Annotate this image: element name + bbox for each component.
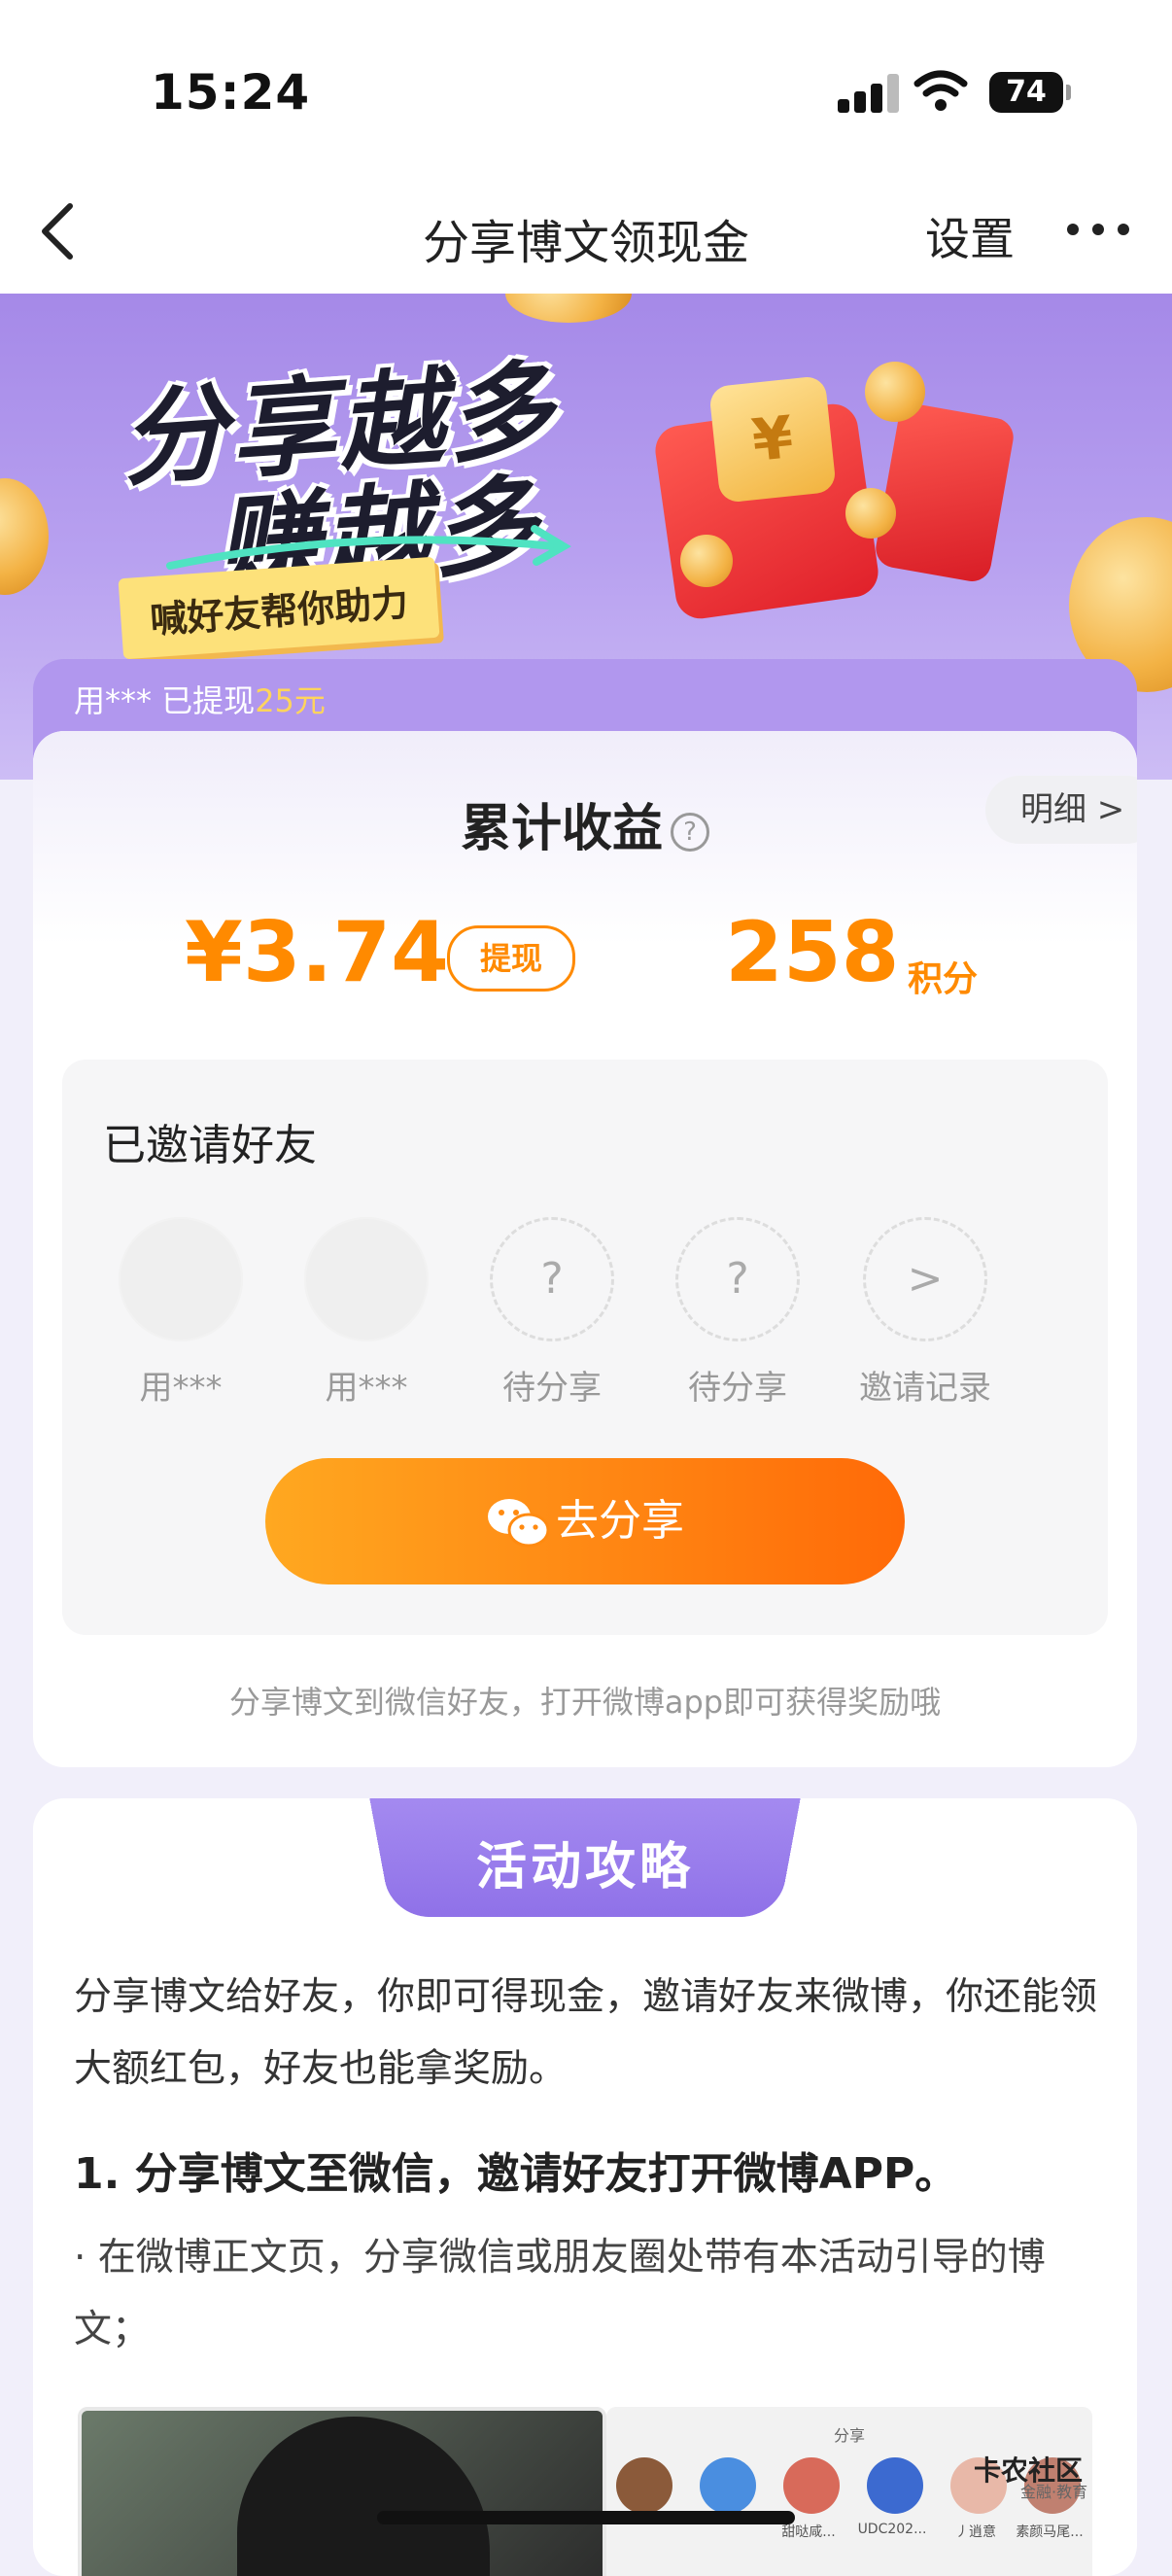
friend-slot: 用*** bbox=[113, 1217, 249, 1409]
chevron-right-icon: > bbox=[863, 1217, 987, 1341]
avatar bbox=[304, 1217, 429, 1341]
withdraw-button[interactable]: 提现 bbox=[447, 925, 575, 992]
red-envelope-icon bbox=[873, 400, 1017, 585]
invited-friends-title: 已邀请好友 bbox=[103, 1121, 317, 1170]
battery-indicator: 74 bbox=[989, 72, 1071, 113]
more-options-icon[interactable] bbox=[1059, 210, 1137, 249]
example-screenshot-post bbox=[78, 2407, 606, 2576]
wifi-icon bbox=[913, 70, 968, 111]
detail-button[interactable]: 明细 > bbox=[985, 776, 1137, 844]
question-mark-icon: ? bbox=[490, 1217, 614, 1341]
nav-bar: 分享博文领现金 设置 bbox=[0, 175, 1172, 294]
avatar bbox=[700, 2457, 756, 2514]
step1-description: · 在微博正文页，分享微信或朋友圈处带有本活动引导的博文； bbox=[74, 2236, 1046, 2351]
avatar bbox=[119, 1217, 243, 1341]
coin-decoration bbox=[865, 362, 925, 422]
invited-friends-panel: 已邀请好友 用*** 用*** ? 待分享 ? 待分享 > 邀请记录 去分享 bbox=[62, 1060, 1108, 1635]
wechat-icon bbox=[488, 1499, 550, 1548]
invite-record-link[interactable]: > 邀请记录 bbox=[857, 1217, 993, 1409]
settings-link[interactable]: 设置 bbox=[925, 204, 1015, 268]
help-question-icon[interactable]: ? bbox=[671, 813, 709, 852]
activity-guide-card: 活动攻略 分享博文给好友，你即可得现金，邀请好友来微博，你还能领大额红包，好友也… bbox=[33, 1798, 1137, 2576]
dog-photo bbox=[237, 2417, 490, 2576]
yuan-coin-icon: ¥ bbox=[708, 375, 837, 504]
avatar bbox=[616, 2457, 672, 2514]
share-hint: 分享博文到微信好友，打开微博app即可获得奖励哦 bbox=[228, 1684, 942, 1721]
ticker-text: 用*** 已提现 bbox=[74, 682, 256, 719]
earnings-title: 累计收益? bbox=[33, 787, 1137, 860]
coin-decoration bbox=[0, 478, 49, 595]
step1-title: 1. 分享博文至微信，邀请好友打开微博APP。 bbox=[74, 2149, 958, 2199]
avatar bbox=[783, 2457, 840, 2514]
coin-decoration bbox=[505, 294, 632, 323]
question-mark-icon: ? bbox=[675, 1217, 800, 1341]
cellular-signal-icon bbox=[838, 74, 900, 113]
status-time: 15:24 bbox=[151, 64, 311, 121]
points-unit: 积分 bbox=[908, 959, 979, 999]
ticker-amount: 25元 bbox=[255, 682, 326, 719]
earnings-card: 累计收益? 明细 > ¥3.74 提现 258 积分 已邀请好友 用*** 用*… bbox=[33, 731, 1137, 1767]
watermark-subtitle: 金融·教育 bbox=[1020, 2483, 1088, 2501]
pending-slot[interactable]: ? 待分享 bbox=[484, 1217, 620, 1409]
status-bar: 15:24 74 bbox=[0, 0, 1172, 175]
home-indicator[interactable] bbox=[377, 2511, 795, 2524]
points-amount: 258 bbox=[725, 904, 900, 1001]
friend-slot: 用*** bbox=[298, 1217, 434, 1409]
share-button[interactable]: 去分享 bbox=[265, 1458, 905, 1584]
coin-decoration bbox=[845, 488, 896, 539]
example-screenshot-share-sheet: 分享 甜哒咸... UDC202... 丿逍意 素颜马尾... bbox=[606, 2407, 1092, 2576]
cash-amount: ¥3.74 bbox=[185, 904, 450, 1001]
pending-slot[interactable]: ? 待分享 bbox=[670, 1217, 806, 1409]
coin-decoration bbox=[680, 535, 733, 587]
avatar bbox=[867, 2457, 923, 2514]
guide-tab-label: 活动攻略 bbox=[475, 1838, 694, 1897]
guide-intro: 分享博文给好友，你即可得现金，邀请好友来微博，你还能领大额红包，好友也能拿奖励。 bbox=[74, 1975, 1098, 2091]
